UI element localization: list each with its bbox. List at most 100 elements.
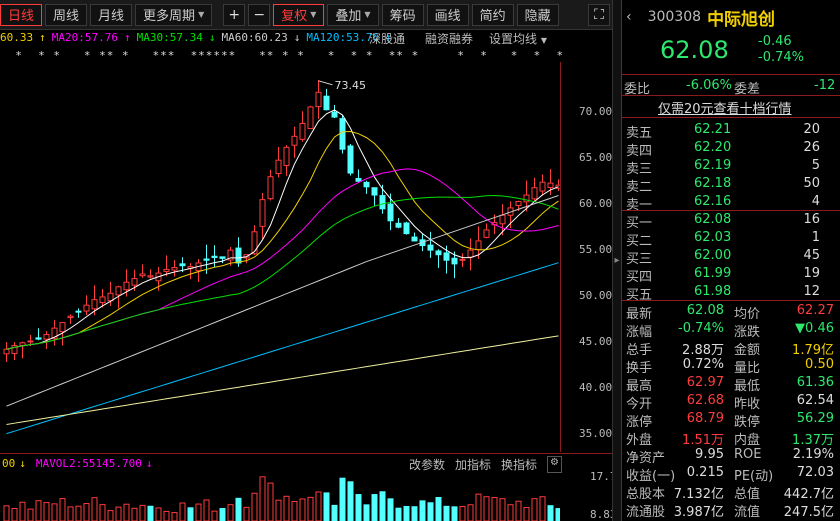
candle-body (107, 292, 114, 302)
volume-bar (27, 508, 34, 521)
down-arrow-icon: ↓ (19, 457, 26, 470)
switch-indicator-button[interactable]: 换指标 (501, 456, 537, 473)
bids-row[interactable]: 买一 62.08 16 (626, 212, 836, 231)
candle-body (387, 203, 394, 222)
volume-bar (371, 494, 378, 521)
edit-params-button[interactable]: 改参数 (409, 456, 445, 473)
asks-price: 62.16 (694, 194, 732, 209)
volume-bar (131, 507, 138, 521)
volume-bar (99, 504, 106, 521)
bids-level-label: 买四 (626, 270, 653, 285)
volume-bar (347, 481, 354, 521)
volume-bar (547, 505, 554, 521)
back-icon[interactable]: ‹ (626, 9, 632, 25)
volume-bar (171, 512, 178, 521)
sz-connect-link[interactable]: 深股通 (369, 30, 405, 47)
volume-bar (419, 500, 426, 521)
volume-bar (179, 502, 186, 521)
stock-name: 中际旭创 (707, 9, 776, 30)
ma30-value: MA30:57.34 (136, 31, 203, 44)
price-tick-label: 50.00 (579, 289, 613, 302)
simple-mode-button[interactable]: 简约 (471, 3, 514, 26)
add-indicator-button[interactable]: 加指标 (455, 456, 491, 473)
bids-row[interactable]: 买二 62.03 1 (626, 230, 836, 249)
volume-bar (483, 496, 490, 521)
candle-body (59, 322, 66, 333)
ma250-line (6, 335, 559, 425)
candle-body (451, 257, 458, 265)
volume-bar (139, 504, 146, 521)
volume-bar (411, 506, 418, 521)
asks-row[interactable]: 卖四 62.20 26 (626, 140, 836, 159)
volume-bar (475, 493, 482, 521)
caret-down-icon: ▼ (198, 10, 205, 19)
bids-price: 62.00 (694, 248, 732, 263)
price-tick-label: 70.00 (579, 105, 613, 119)
tab-monthly[interactable]: 月线 (90, 3, 133, 26)
volume-bar (395, 507, 402, 521)
stat-value: 1.51万 (682, 433, 724, 448)
divider (622, 95, 840, 96)
asks-volume: 50 (803, 176, 820, 191)
candle-body (267, 176, 274, 200)
stats-row: 最新 62.08 均价 62.27 (626, 303, 836, 322)
stat-label: 总股本 (626, 487, 666, 502)
bids-row[interactable]: 买四 61.99 19 (626, 266, 836, 285)
volume-bar (211, 510, 218, 521)
last-price: 62.08 (660, 36, 729, 64)
adjust-dropdown[interactable]: 复权 ▼ (273, 3, 325, 26)
volume-bar (235, 497, 242, 521)
set-ma-dropdown[interactable]: 设置均线 ▼ (489, 30, 547, 47)
asks-row[interactable]: 卖三 62.19 5 (626, 158, 836, 177)
candle-body (403, 222, 410, 235)
volume-bar (3, 505, 10, 521)
volume-bar (363, 504, 370, 521)
asks-volume: 26 (803, 140, 820, 155)
bids-price: 62.03 (694, 230, 732, 245)
ma5-line (6, 109, 559, 350)
stat-label: PE(动) (734, 469, 774, 484)
tab-daily[interactable]: 日线 (0, 3, 43, 26)
bids-row[interactable]: 买五 61.98 12 (626, 284, 836, 303)
stat-label: 跌停 (734, 415, 761, 430)
draw-line-button[interactable]: 画线 (426, 3, 469, 26)
tab-weekly[interactable]: 周线 (45, 3, 88, 26)
panel-collapse-handle[interactable]: ▸ (612, 0, 622, 521)
candle-body (339, 118, 346, 150)
settings-icon[interactable]: ⚙ (547, 456, 562, 473)
asks-row[interactable]: 卖一 62.16 4 (626, 194, 836, 213)
overlay-label: 叠加 (335, 9, 362, 24)
webi-value: -6.06% (686, 78, 732, 93)
bids-price: 61.98 (694, 284, 732, 299)
asks-row[interactable]: 卖五 62.21 20 (626, 122, 836, 141)
asks-volume: 5 (811, 158, 820, 173)
candle-body (499, 214, 506, 225)
up-arrow-icon: ↑ (39, 31, 46, 44)
candle-body (3, 348, 10, 355)
hide-button[interactable]: 隐藏 (516, 3, 559, 26)
volume-bar (307, 496, 314, 521)
stat-label: 收益(一) (626, 469, 676, 484)
quote-panel: ‹ 300308 中际旭创 62.08 -0.46 -0.74% 委比 -6.0… (622, 0, 840, 521)
ten-level-promo-link[interactable]: 仅需20元查看十档行情 (658, 98, 792, 117)
bids-row[interactable]: 买三 62.00 45 (626, 248, 836, 267)
price-tick-label: 65.00 (579, 151, 613, 165)
caret-down-icon: ▼ (310, 10, 317, 19)
zoom-out-button[interactable]: − (248, 3, 271, 26)
margin-trading-link[interactable]: 融资融券 (425, 30, 473, 47)
volume-bar (243, 506, 250, 521)
chips-button[interactable]: 筹码 (381, 3, 424, 26)
volume-bar (499, 498, 506, 521)
more-periods-dropdown[interactable]: 更多周期 ▼ (135, 3, 213, 26)
volume-bar (219, 508, 226, 521)
candlestick-chart[interactable]: 73.45 (0, 62, 560, 452)
candle-body (235, 247, 242, 264)
volume-bar (107, 510, 114, 521)
overlay-dropdown[interactable]: 叠加 ▼ (327, 3, 379, 26)
asks-row[interactable]: 卖二 62.18 50 (626, 176, 836, 195)
volume-bar (451, 506, 458, 521)
zoom-in-button[interactable]: + (223, 3, 246, 26)
expand-icon[interactable]: ⛶ (588, 3, 610, 26)
candle-body (91, 299, 98, 310)
candle-body (67, 315, 74, 318)
